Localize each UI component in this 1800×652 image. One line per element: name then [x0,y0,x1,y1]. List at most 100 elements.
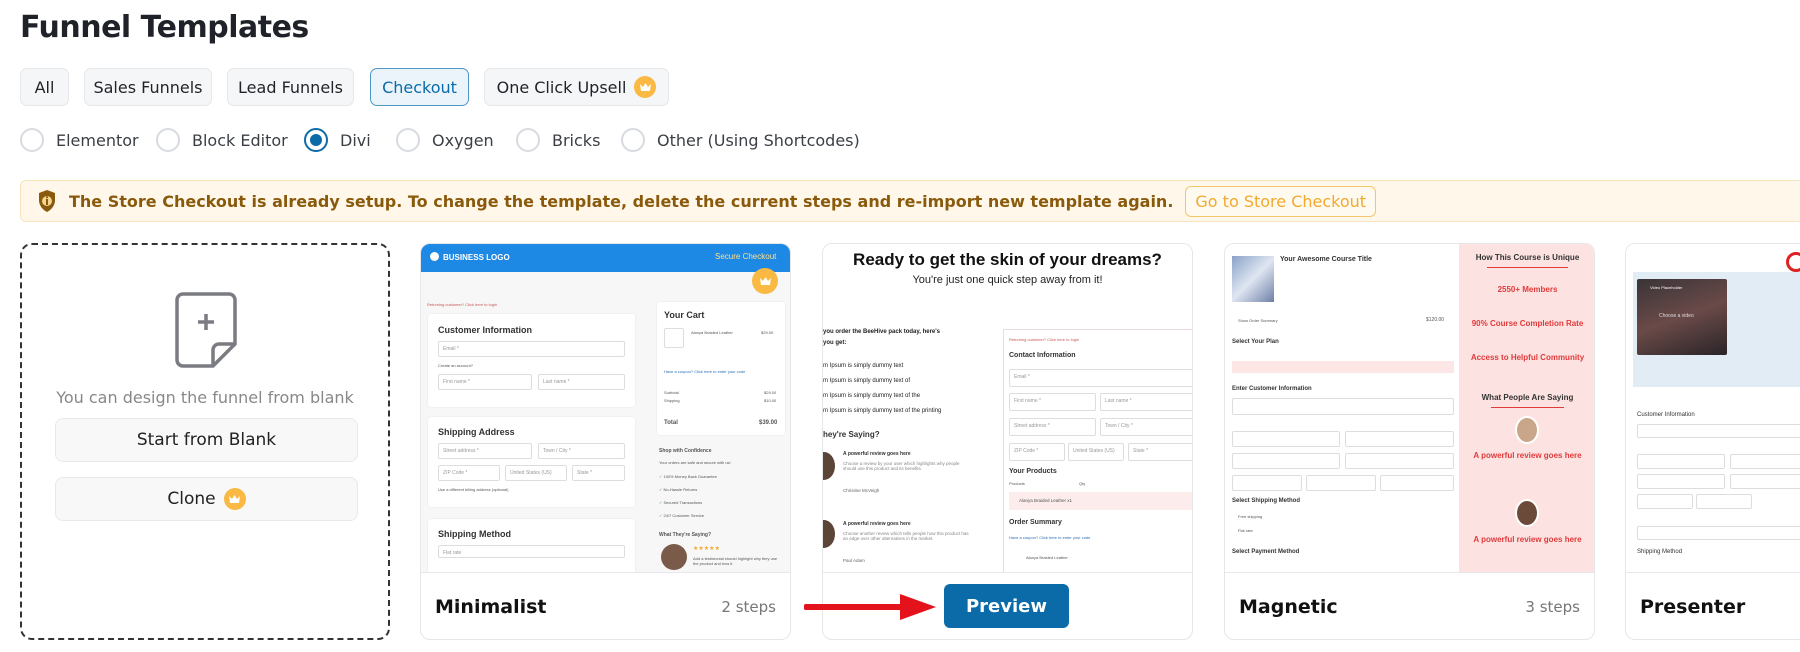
thumb-text: you get: [823,340,847,346]
preview-button[interactable]: Preview [944,584,1069,628]
thumb-field: ZIP Code * [438,465,500,481]
thumb-field: United States (US) [505,465,567,481]
thumb-text: m Ipsum is simply dummy text of [823,378,911,384]
thumb-heading: hey're Saying? [823,430,880,439]
radio-oxygen[interactable]: Oxygen [396,128,494,152]
thumb-heading: Select Your Plan [1232,339,1279,345]
button-label: Start from Blank [136,430,277,450]
thumb-check: ✓ 24/7 Customer Service [659,513,705,518]
radio-divi[interactable]: Divi [304,128,371,152]
thumb-field: Email * [1009,369,1192,387]
template-thumbnail: Ready to get the skin of your dreams? Yo… [823,244,1192,573]
thumb-check: ✓ 100% Money Back Guarantee [659,474,717,479]
thumb-text: A powerful review goes here [843,451,911,457]
radio-label: Bricks [552,130,601,150]
thumb-text: Christine McVeigh [843,488,880,493]
thumb-text: Flat rate [1238,528,1253,533]
thumb-review: A powerful review goes here [1473,535,1582,544]
tab-checkout[interactable]: Checkout [370,68,469,106]
thumb-heading: Your Awesome Course Title [1280,256,1372,263]
thumb-text: Total [664,420,678,426]
template-name: Magnetic [1239,596,1338,618]
thumb-text: Products [1009,481,1025,486]
clone-button[interactable]: Clone [55,477,358,521]
thumb-text: Shipping [664,398,680,403]
radio-label: Block Editor [192,130,288,150]
template-thumbnail: BUSINESS LOGO Secure Checkout Returning … [421,244,790,573]
thumb-field: United States (US) [1068,443,1124,461]
template-thumbnail: Your Awesome Course Title Show Order Sum… [1225,244,1594,573]
thumb-heading: Select Payment Method [1232,549,1300,555]
thumb-heading: Customer Information [438,325,533,335]
thumb-text: Free shipping [1238,514,1263,519]
notice-text: The Store Checkout is already setup. To … [69,191,1174,211]
radio-block-editor[interactable]: Block Editor [156,128,288,152]
thumb-community: Access to Helpful Community [1470,353,1585,362]
thumb-text: Have a coupon? Click here to enter your … [664,369,746,374]
thumb-text: Subtotal [664,390,679,395]
thumb-field: First name * [1009,393,1096,411]
crown-icon [752,268,778,294]
thumb-heading: Select Shipping Method [1232,498,1301,504]
thumb-text: Qty [1079,481,1086,486]
thumb-text: What They're Saying? [659,532,712,538]
tab-label: Lead Funnels [238,77,343,97]
thumb-text: Shop with Confidence [659,448,712,454]
template-card-magnetic[interactable]: Your Awesome Course Title Show Order Sum… [1224,243,1595,640]
thumb-text: Returning customer? Click here to login [427,302,498,307]
thumb-field: Town / City * [1100,418,1192,436]
thumb-text: Video Placeholder [1650,285,1683,290]
thumb-heading: Customer Information [1637,412,1695,418]
thumb-logo: BUSINESS LOGO [443,253,510,262]
blank-funnel-card: You can design the funnel from blank Sta… [20,243,390,640]
store-checkout-notice: The Store Checkout is already setup. To … [20,180,1800,222]
thumb-field: State * [572,465,625,481]
thumb-text: Add a testimonial should highlight why t… [693,556,778,566]
thumb-heading: Your Cart [664,310,705,320]
thumb-text: $39.00 [759,420,778,426]
thumb-secure: Secure Checkout [715,252,777,261]
thumb-field: Flat rate [438,545,625,558]
thumb-text: $29.00 [764,390,777,395]
thumb-text: Show Order Summary [1238,318,1278,323]
radio-other-shortcodes[interactable]: Other (Using Shortcodes) [621,128,860,152]
thumb-check: ✓ Secured Transactions [659,500,703,505]
go-to-store-checkout-button[interactable]: Go to Store Checkout [1185,185,1377,217]
thumb-field: Town / City * [538,443,625,459]
thumb-text: Choose a review by your user which highl… [843,461,960,471]
template-card-minimalist[interactable]: BUSINESS LOGO Secure Checkout Returning … [420,243,791,640]
thumb-text: Have a coupon? Click here to enter your … [1009,535,1091,540]
crown-icon [634,76,657,98]
template-name: Presenter [1640,596,1746,618]
tab-sales-funnels[interactable]: Sales Funnels [84,68,212,106]
template-card-presenter[interactable]: Video Placeholder Choose a video Custome… [1625,243,1800,640]
thumb-heading: Shipping Method [1637,549,1683,555]
radio-label: Divi [340,130,371,150]
thumb-field: First name * [438,374,532,390]
thumb-check: ✓ No-Hassle Returns [659,487,698,492]
thumb-heading: Shipping Method [438,529,511,539]
thumb-headline: Ready to get the skin of your dreams? [853,250,1162,269]
template-card-skin[interactable]: Ready to get the skin of your dreams? Yo… [822,243,1193,640]
template-thumbnail: Video Placeholder Choose a video Custome… [1626,244,1800,573]
new-file-icon [175,292,237,368]
thumb-text: Your orders are safe and secure with us! [659,460,731,465]
radio-label: Oxygen [432,130,494,150]
radio-elementor[interactable]: Elementor [20,128,139,152]
tab-all[interactable]: All [20,68,69,106]
tab-label: All [34,77,55,97]
radio-bricks[interactable]: Bricks [516,128,600,152]
shield-info-icon [39,190,55,212]
start-from-blank-button[interactable]: Start from Blank [55,418,358,462]
thumb-text: Alanya Braided Leather x1 [1019,498,1073,503]
tab-one-click-upsell[interactable]: One Click Upsell [484,68,669,106]
tab-label: One Click Upsell [496,77,627,97]
thumb-field: Last name * [538,374,625,390]
thumb-text: m Ipsum is simply dummy text [823,363,904,369]
thumb-text: Create an account? [438,363,473,368]
template-steps: 2 steps [721,598,776,616]
tab-label: Sales Funnels [93,77,203,97]
thumb-field: Street address * [1009,418,1096,436]
thumb-text: Paul Adam [843,558,865,563]
tab-lead-funnels[interactable]: Lead Funnels [227,68,354,106]
